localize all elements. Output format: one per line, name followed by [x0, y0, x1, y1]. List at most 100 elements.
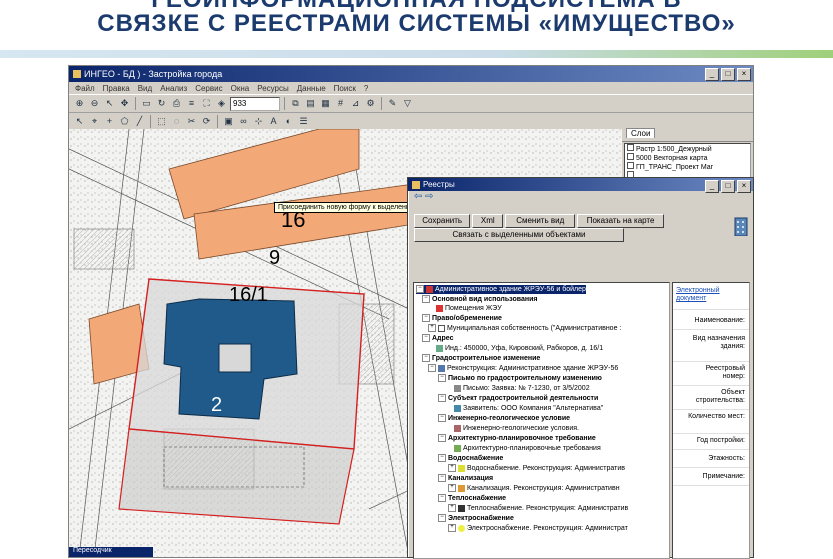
expand-icon[interactable]: +	[448, 464, 456, 473]
measure-icon[interactable]: ⊿	[349, 97, 362, 110]
electronic-document-link[interactable]: Электронный документ	[676, 287, 749, 303]
tree-item[interactable]: + Электроснабжение. Реконструкция: Админи…	[448, 524, 628, 533]
menu-resources[interactable]: Ресурсы	[257, 84, 289, 93]
zoom-in-icon[interactable]: ⊕	[73, 97, 86, 110]
link-icon[interactable]: ∞	[237, 115, 250, 128]
collapse-icon[interactable]: −	[438, 374, 446, 383]
forward-arrow-icon[interactable]: ⇨	[425, 191, 433, 202]
tree-item[interactable]: + Канализация. Реконструкция: Администрат…	[448, 484, 620, 493]
collapse-icon[interactable]: −	[438, 434, 446, 443]
table-icon[interactable]: ▦	[319, 97, 332, 110]
menu-file[interactable]: Файл	[75, 84, 95, 93]
tree-item[interactable]: − Основной вид использования	[422, 295, 537, 304]
menu-data[interactable]: Данные	[297, 84, 326, 93]
rect-select-icon[interactable]: ⬚	[155, 115, 168, 128]
change-view-button[interactable]: Сменить вид	[505, 214, 576, 228]
tree-item[interactable]: Заявитель: ООО Компания "Альтернатива"	[454, 404, 603, 413]
collapse-icon[interactable]: −	[438, 514, 446, 523]
collapse-icon[interactable]: −	[438, 394, 446, 403]
layer-item[interactable]: 5000 Векторная карта	[625, 153, 750, 162]
style-icon[interactable]: ◐	[282, 115, 295, 128]
redraw-icon[interactable]: ↻	[155, 97, 168, 110]
tree-root-item[interactable]: − Административное здание ЖРЭУ-56 и бойле…	[416, 285, 586, 294]
collapse-icon[interactable]: −	[438, 494, 446, 503]
tree-item[interactable]: − Письмо по градостроительному изменению	[438, 374, 602, 383]
collapse-icon[interactable]: −	[428, 364, 436, 373]
expand-icon[interactable]: +	[428, 324, 436, 333]
tree-item[interactable]: − Субъект градостроительной деятельности	[438, 394, 598, 403]
registry-minimize-button[interactable]: _	[705, 180, 719, 193]
collapse-icon[interactable]: −	[422, 334, 430, 343]
collapse-icon[interactable]: −	[438, 454, 446, 463]
tree-item[interactable]: − Канализация	[438, 474, 493, 483]
collapse-icon[interactable]: −	[422, 354, 430, 363]
tree-item[interactable]: − Право/обременение	[422, 314, 502, 323]
select-icon[interactable]: ↖	[103, 97, 116, 110]
pencil-icon[interactable]: ✎	[386, 97, 399, 110]
print-icon[interactable]: ⎙	[170, 97, 183, 110]
collapse-icon[interactable]: −	[422, 295, 430, 304]
cut-icon[interactable]: ✂	[185, 115, 198, 128]
scale-input[interactable]: 933	[230, 96, 280, 111]
show-on-map-button[interactable]: Показать на карте	[577, 214, 664, 228]
lasso-icon[interactable]: ◌	[170, 115, 183, 128]
xml-button[interactable]: Xml	[472, 214, 504, 228]
tree-item[interactable]: Инд.: 450000, Уфа, Кировский, Рабкоров, …	[436, 344, 603, 353]
back-arrow-icon[interactable]: ⇦	[414, 191, 422, 202]
pointer-icon[interactable]: ↖	[73, 115, 86, 128]
tree-item[interactable]: − Градостроительное изменение	[422, 354, 540, 363]
expand-icon[interactable]: +	[448, 524, 456, 533]
tree-item[interactable]: − Инженерно-геологическое условие	[438, 414, 570, 423]
save-button[interactable]: Сохранить	[414, 214, 471, 228]
add-point-icon[interactable]: +	[103, 115, 116, 128]
tree-item[interactable]: − Реконструкция: Административное здание …	[428, 364, 618, 373]
paste-icon[interactable]: ▤	[304, 97, 317, 110]
menu-windows[interactable]: Окна	[231, 84, 250, 93]
menu-view[interactable]: Вид	[138, 84, 152, 93]
tree-item[interactable]: Инженерно-геологические условия.	[454, 424, 579, 433]
maximize-button[interactable]: □	[721, 68, 735, 81]
tree-item[interactable]: + Водоснабжение. Реконструкция: Администр…	[448, 464, 625, 473]
layer-item[interactable]: Растр 1:500_Дежурный	[625, 144, 750, 153]
filter-icon[interactable]: ▽	[401, 97, 414, 110]
tree-item[interactable]: Архитектурно-планировочные требования	[454, 444, 601, 453]
settings-icon[interactable]: ⚙	[364, 97, 377, 110]
tree-item[interactable]: Помещения ЖЭУ	[436, 304, 502, 313]
copy-icon[interactable]: ⧉	[289, 97, 302, 110]
tree-item[interactable]: + Муниципальная собственность ("Администр…	[428, 324, 621, 333]
grid-icon[interactable]: #	[334, 97, 347, 110]
app-titlebar[interactable]: ИНГЕО - БД ) - Застройка города _ □ ×	[69, 66, 753, 82]
tree-item[interactable]: − Электроснабжение	[438, 514, 514, 523]
collapse-icon[interactable]: −	[422, 314, 430, 323]
registry-close-button[interactable]: ×	[737, 180, 751, 193]
line-icon[interactable]: ╱	[133, 115, 146, 128]
polygon-icon[interactable]: ⬠	[118, 115, 131, 128]
tree-item[interactable]: − Теплоснабжение	[438, 494, 506, 503]
collapse-icon[interactable]: −	[438, 414, 446, 423]
pan-icon[interactable]: ✥	[118, 97, 131, 110]
link-selected-button[interactable]: Связать с выделенными объектами	[414, 228, 624, 242]
snap-icon[interactable]: ⊹	[252, 115, 265, 128]
zoom-out-icon[interactable]: ⊖	[88, 97, 101, 110]
menu-help[interactable]: ?	[364, 84, 368, 93]
properties-icon[interactable]: ☰	[297, 115, 310, 128]
layer-item[interactable]: ГП_ТРАНС_Проект Маг	[625, 162, 750, 171]
tree-item[interactable]: + Теплоснабжение. Реконструкция: Админист…	[448, 504, 628, 513]
tab-layers[interactable]: Слои	[626, 128, 656, 138]
rotate-icon[interactable]: ⟳	[200, 115, 213, 128]
node-edit-icon[interactable]: ⌖	[88, 115, 101, 128]
open-icon[interactable]: ▭	[140, 97, 153, 110]
tree-item[interactable]: − Адрес	[422, 334, 453, 343]
layers-icon[interactable]: ≡	[185, 97, 198, 110]
attach-form-icon[interactable]: ▣	[222, 115, 235, 128]
menu-analysis[interactable]: Анализ	[160, 84, 187, 93]
fit-icon[interactable]: ⛶	[200, 97, 213, 110]
tree-item[interactable]: − Архитектурно-планировочное требование	[438, 434, 596, 443]
scale-icon[interactable]: ◈	[215, 97, 228, 110]
collapse-icon[interactable]: −	[416, 285, 424, 294]
tree-item[interactable]: − Водоснабжение	[438, 454, 503, 463]
tree-item[interactable]: Письмо: Заявка: № 7-1230, от 3/5/2002	[454, 384, 590, 393]
text-icon[interactable]: A	[267, 115, 280, 128]
expand-icon[interactable]: +	[448, 504, 456, 513]
menu-edit[interactable]: Правка	[103, 84, 130, 93]
